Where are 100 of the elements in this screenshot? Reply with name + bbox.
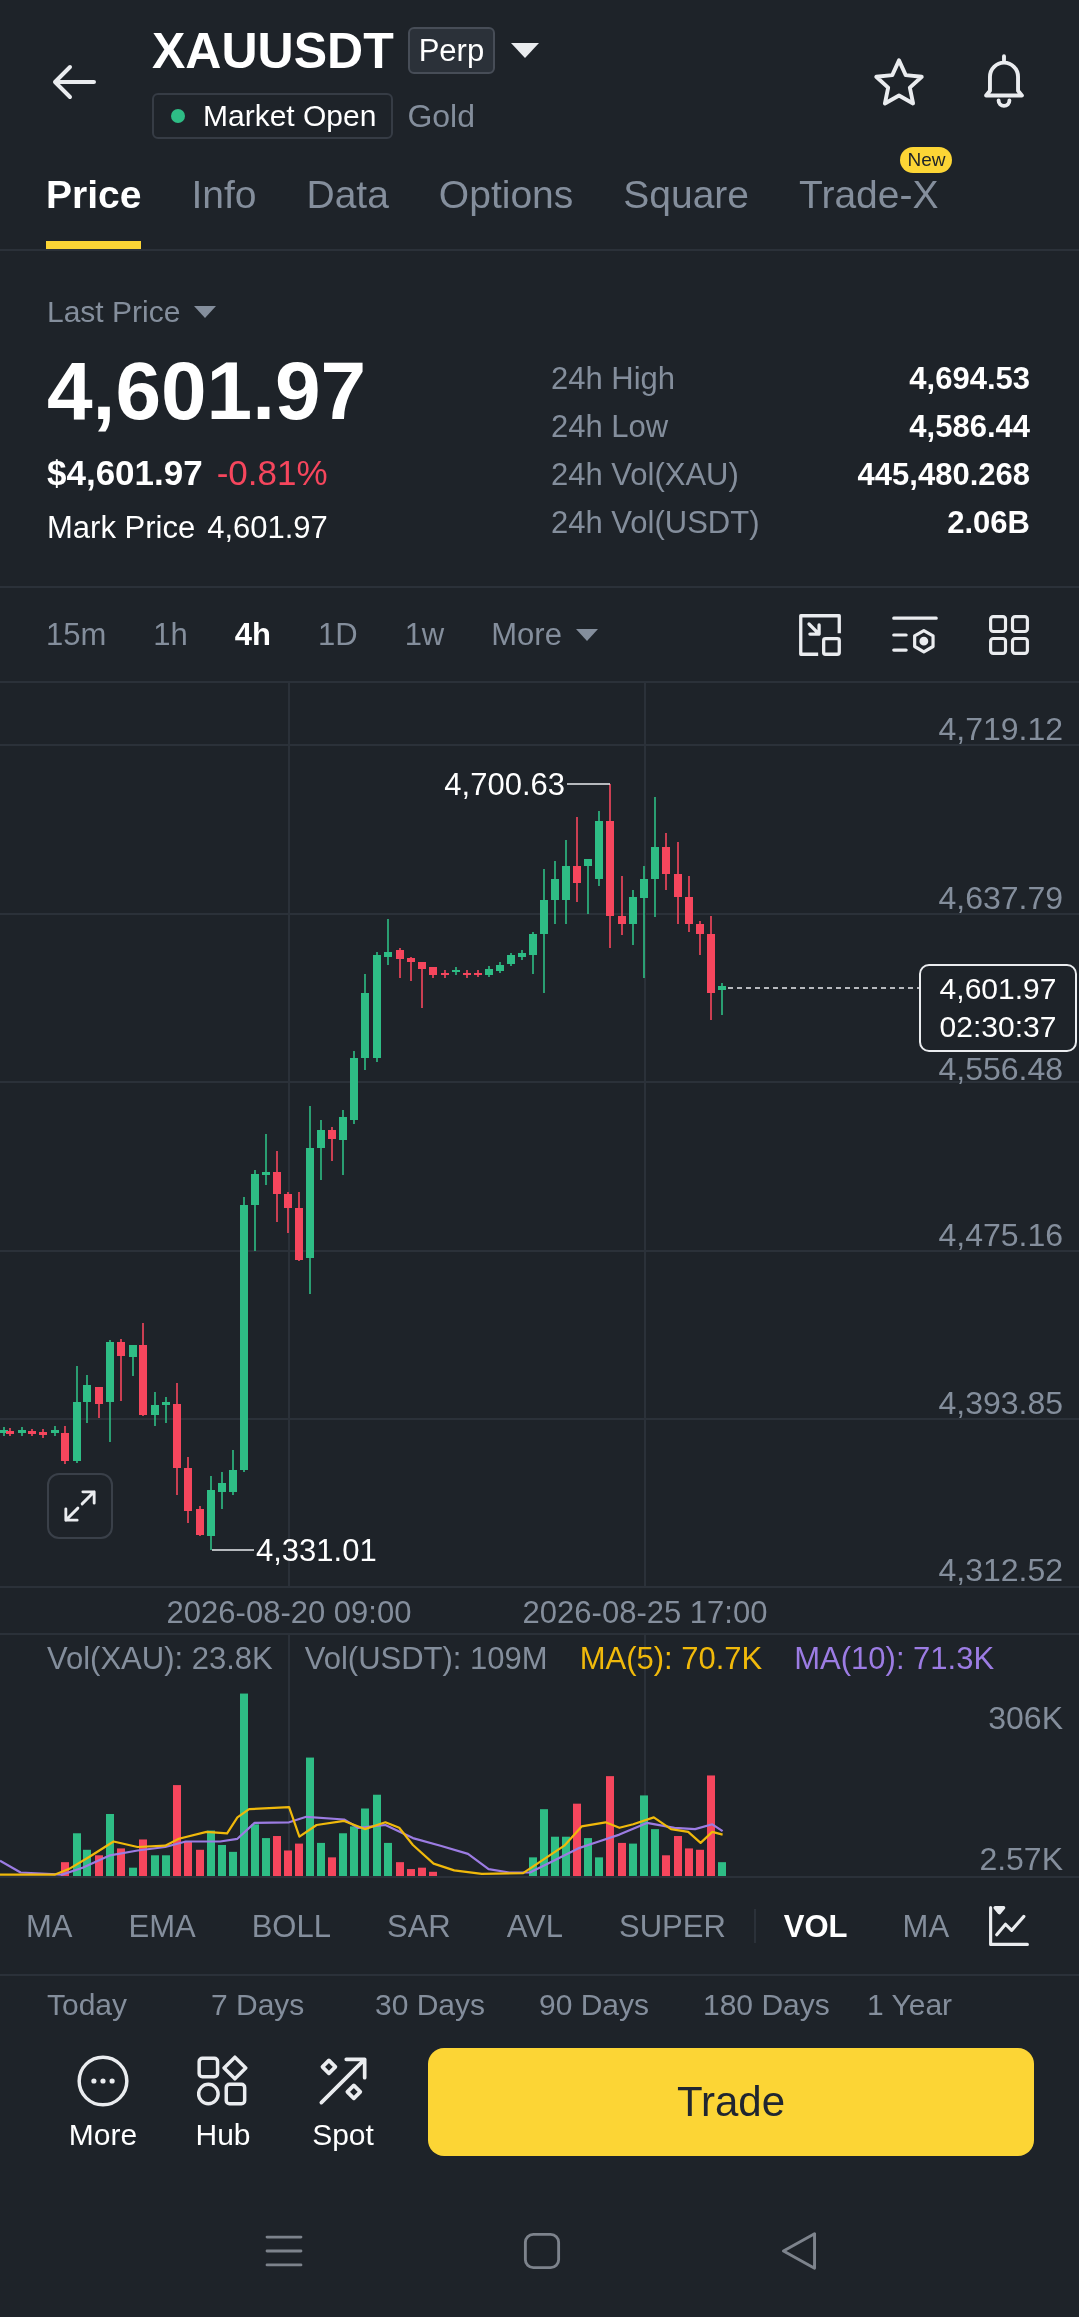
volume-bar <box>262 1838 270 1876</box>
period-option[interactable]: 1 Year <box>867 1990 953 2020</box>
leader-line <box>566 783 611 785</box>
star-icon[interactable] <box>873 57 925 107</box>
square-icon[interactable] <box>523 2232 561 2270</box>
volume-axis-label: 2.57K <box>979 1843 1063 1875</box>
stat-value: 445,480.268 <box>857 458 1030 490</box>
indicator-tab[interactable]: AVL <box>506 1910 563 1942</box>
action-button[interactable]: Spot <box>288 2048 398 2150</box>
candlestick <box>51 1425 59 1437</box>
tab[interactable]: Options <box>438 175 574 249</box>
countdown-label: 02:30:37 <box>939 1009 1057 1045</box>
stat-value: 4,694.53 <box>909 362 1030 394</box>
volume-bar <box>151 1855 159 1876</box>
interval-tab[interactable]: 1h <box>153 619 188 650</box>
line-chart-icon[interactable] <box>988 1905 1030 1947</box>
caret-icon <box>575 628 598 641</box>
action-button[interactable]: Hub <box>168 2048 278 2150</box>
candlestick <box>162 1396 170 1424</box>
period-option[interactable]: Today <box>47 1990 128 2020</box>
tab[interactable]: Trade-X <box>799 175 939 249</box>
candlestick <box>129 1344 137 1377</box>
trade-button[interactable]: Trade <box>428 2048 1034 2156</box>
volume-bar <box>196 1849 204 1876</box>
period-option[interactable]: 180 Days <box>703 1990 830 2020</box>
volume-bar <box>718 1862 726 1876</box>
indicator-tab[interactable]: BOLL <box>251 1910 331 1942</box>
mark-price-value: 4,601.97 <box>207 512 328 543</box>
time-axis-label: 2026-08-25 17:00 <box>522 1597 768 1628</box>
candlestick <box>584 858 592 915</box>
volume-bar <box>551 1836 559 1876</box>
stat-value: 2.06B <box>947 506 1030 538</box>
asset-name: Gold <box>407 100 475 132</box>
candlestick <box>284 1191 292 1234</box>
candlestick <box>485 965 493 978</box>
candlestick <box>151 1391 159 1427</box>
volume-legend-label: Vol(XAU): 23.8K <box>47 1643 273 1674</box>
indicator-tab[interactable]: VOL <box>783 1910 848 1942</box>
volume-bar <box>396 1862 404 1876</box>
interval-tab[interactable]: 4h <box>234 619 271 650</box>
price-axis-label: 4,312.52 <box>938 1554 1063 1586</box>
period-option[interactable]: 90 Days <box>539 1990 650 2020</box>
stat-value: 4,586.44 <box>909 410 1030 442</box>
expand-icon <box>63 1489 97 1523</box>
interval-tab[interactable]: 1w <box>404 619 445 650</box>
volume-legend-label: MA(5): 70.7K <box>579 1643 763 1674</box>
price-axis-label: 4,637.79 <box>938 882 1063 914</box>
fullscreen-button[interactable] <box>47 1473 113 1539</box>
volume-bar <box>384 1842 392 1876</box>
action-button[interactable]: More <box>48 2048 158 2150</box>
candlestick <box>317 1119 325 1181</box>
indicator-tab[interactable]: MA <box>26 1910 73 1942</box>
indicator-tab[interactable]: EMA <box>128 1910 196 1942</box>
candlestick <box>61 1425 69 1465</box>
percent-arrow-icon <box>317 2055 369 2107</box>
candlestick <box>339 1109 347 1176</box>
tab[interactable]: Data <box>306 175 389 249</box>
volume-bar <box>273 1836 281 1876</box>
candlestick <box>262 1133 270 1186</box>
candlestick <box>441 969 449 979</box>
volume-bar <box>540 1809 548 1876</box>
candlestick <box>696 920 704 956</box>
period-option[interactable]: 30 Days <box>375 1990 486 2020</box>
tab[interactable]: Price <box>46 175 142 249</box>
candlestick <box>407 956 415 982</box>
window-arrow-icon[interactable] <box>798 612 842 657</box>
volume-bar <box>83 1849 91 1876</box>
interval-tab[interactable]: 1D <box>318 619 358 650</box>
current-price-label: 4,601.97 <box>939 971 1057 1007</box>
candlestick <box>629 889 637 946</box>
candlestick <box>83 1374 91 1424</box>
indicator-tab[interactable]: SAR <box>386 1910 451 1942</box>
stat-label: 24h High <box>551 362 676 394</box>
shapes-icon <box>197 2055 249 2107</box>
candlestick <box>384 918 392 966</box>
price-type-dropdown[interactable]: Last Price <box>47 297 217 327</box>
volume-bar <box>95 1855 103 1876</box>
stat-label: 24h Low <box>551 410 669 442</box>
indicator-tab[interactable]: MA <box>902 1910 950 1942</box>
period-option[interactable]: 7 Days <box>211 1990 305 2020</box>
menu-icon[interactable] <box>265 2234 303 2268</box>
volume-bar <box>295 1843 303 1876</box>
grid-icon[interactable] <box>988 613 1030 656</box>
caret-icon[interactable] <box>511 43 540 58</box>
interval-tab[interactable]: More <box>491 619 598 650</box>
tab[interactable]: Info <box>191 175 257 249</box>
price-axis-label: 4,475.16 <box>938 1219 1063 1251</box>
volume-bar <box>595 1857 603 1876</box>
interval-tab[interactable]: 15m <box>46 619 107 650</box>
time-axis-label: 2026-08-20 09:00 <box>166 1597 412 1628</box>
volume-bar <box>218 1844 226 1876</box>
candlestick <box>452 966 460 976</box>
indicator-tab[interactable]: SUPER <box>619 1910 726 1942</box>
contract-badge: Perp <box>407 27 496 74</box>
price-axis-label: 4,719.12 <box>938 713 1063 745</box>
volume-bar <box>184 1841 192 1876</box>
candlestick <box>218 1471 226 1510</box>
candlestick <box>718 982 726 1016</box>
tab[interactable]: Square <box>623 175 750 249</box>
volume-bar <box>73 1833 81 1876</box>
